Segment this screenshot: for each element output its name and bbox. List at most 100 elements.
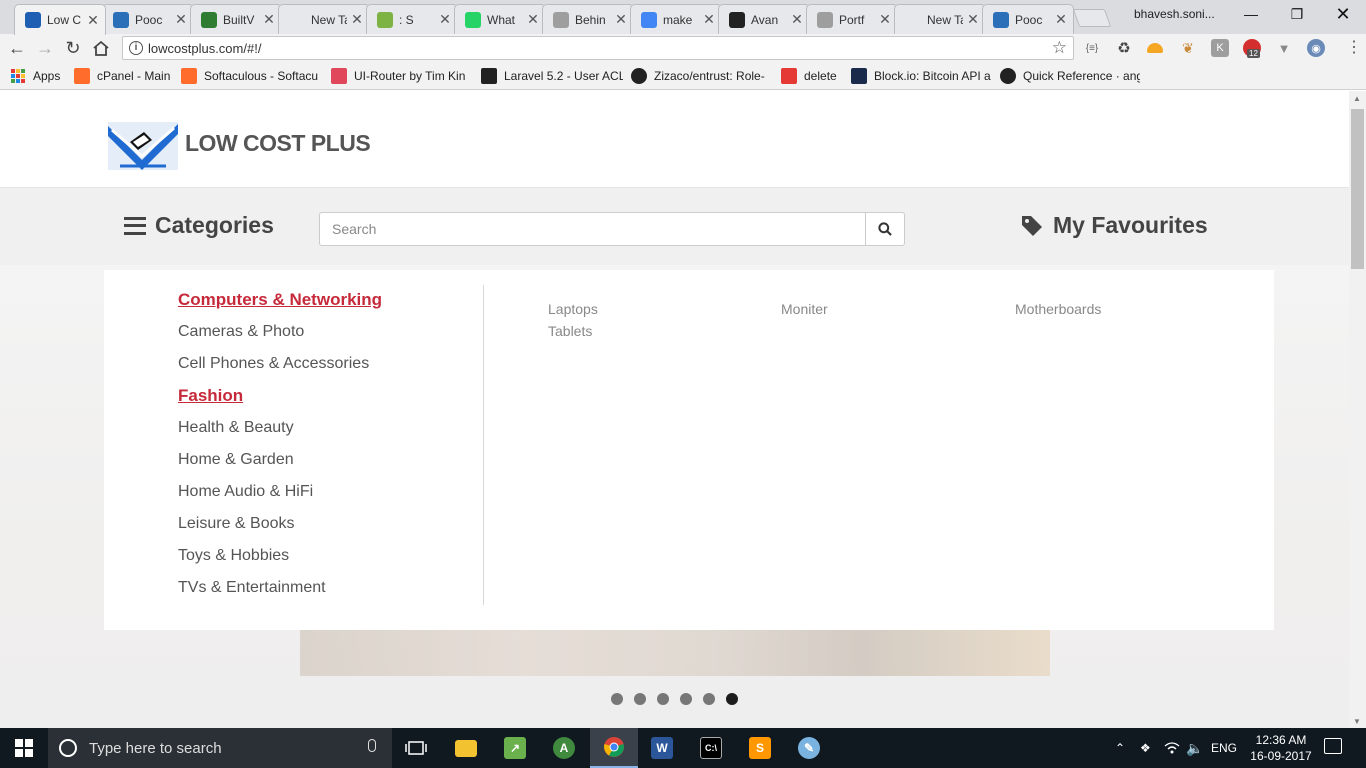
back-arrow-icon[interactable]: ← [6, 37, 28, 59]
chrome-icon[interactable] [590, 728, 638, 768]
bookmark-item[interactable]: Quick Reference · ang [1000, 67, 1140, 85]
tab-close-icon[interactable]: ✕ [967, 11, 979, 28]
page-scrollbar[interactable]: ▲ ▼ [1349, 91, 1366, 728]
bookmark-item[interactable]: UI-Router by Tim Kin [331, 67, 473, 85]
category-item[interactable]: Cameras & Photo [178, 314, 382, 346]
bookmark-item[interactable]: Softaculous - Softacu [181, 67, 323, 85]
system-clock[interactable]: 12:36 AM 16-09-2017 [1246, 732, 1316, 764]
categories-menu-button[interactable]: Categories [124, 212, 274, 239]
tab-close-icon[interactable]: ✕ [791, 11, 803, 28]
bookmark-item[interactable]: Block.io: Bitcoin API a [851, 67, 993, 85]
category-item[interactable]: Home & Garden [178, 442, 382, 474]
sublime-text-icon[interactable]: S [736, 728, 784, 768]
bookmark-star-icon[interactable]: ☆ [1052, 38, 1067, 58]
carousel-dot[interactable] [634, 693, 646, 705]
carousel-dot[interactable] [726, 693, 738, 705]
search-input[interactable] [319, 212, 865, 246]
forward-arrow-icon[interactable]: → [34, 37, 56, 59]
close-window-icon[interactable]: ✕ [1320, 0, 1366, 28]
browser-tab[interactable]: Portf ✕ [806, 4, 898, 34]
command-prompt-icon[interactable]: C:\ [687, 728, 735, 768]
carousel-dot[interactable] [680, 693, 692, 705]
start-button[interactable] [0, 728, 48, 768]
browser-tab[interactable]: Behin ✕ [542, 4, 634, 34]
browser-tab[interactable]: New Tab ✕ [894, 4, 986, 34]
scroll-up-icon[interactable]: ▲ [1353, 94, 1361, 103]
tab-close-icon[interactable]: ✕ [175, 11, 187, 28]
tab-close-icon[interactable]: ✕ [879, 11, 891, 28]
tab-close-icon[interactable]: ✕ [615, 11, 627, 28]
tab-close-icon[interactable]: ✕ [527, 11, 539, 28]
chart-app-icon[interactable]: ↗ [491, 728, 539, 768]
category-item[interactable]: Cell Phones & Accessories [178, 346, 382, 378]
browser-tab[interactable]: Avan ✕ [718, 4, 810, 34]
browser-tab[interactable]: New Tab ✕ [278, 4, 370, 34]
site-logo-icon[interactable] [106, 120, 180, 172]
chrome-menu-icon[interactable]: ⋮ [1346, 39, 1362, 57]
tab-close-icon[interactable]: ✕ [263, 11, 275, 28]
minimize-icon[interactable]: — [1228, 0, 1274, 28]
subcategory-laptops[interactable]: Laptops [548, 301, 598, 317]
tab-close-icon[interactable]: ✕ [1055, 11, 1067, 28]
browser-tab[interactable]: What ✕ [454, 4, 546, 34]
bookmark-item[interactable]: delete [781, 67, 841, 85]
browser-tab[interactable]: BuiltV ✕ [190, 4, 282, 34]
browser-tab[interactable]: Pooc ✕ [982, 4, 1074, 34]
wifi-icon[interactable] [1164, 728, 1180, 768]
category-item[interactable]: Health & Beauty [178, 410, 382, 442]
subcategory-motherboards[interactable]: Motherboards [1015, 301, 1101, 317]
site-info-icon[interactable]: i [129, 41, 143, 55]
recycle-extension-icon[interactable]: ♻ [1115, 39, 1133, 57]
microphone-icon[interactable] [368, 739, 376, 752]
category-item[interactable]: Fashion [178, 378, 382, 410]
carousel-dot[interactable] [657, 693, 669, 705]
bookmark-item[interactable]: Laravel 5.2 - User ACL [481, 67, 623, 85]
tab-close-icon[interactable]: ✕ [87, 12, 99, 29]
browser-tab[interactable]: Pooc ✕ [102, 4, 194, 34]
vee-extension-icon[interactable]: ▼ [1275, 39, 1293, 57]
new-tab-button[interactable] [1072, 9, 1112, 27]
bookmark-item[interactable]: cPanel - Main [74, 67, 174, 85]
my-favourites-button[interactable]: My Favourites [1021, 212, 1208, 239]
bookmark-item[interactable]: Apps [10, 67, 68, 85]
paint-icon[interactable]: ✎ [785, 728, 833, 768]
home-icon[interactable] [90, 37, 112, 59]
json-viewer-extension-icon[interactable]: {≡} [1083, 39, 1101, 57]
carousel-dot[interactable] [611, 693, 623, 705]
tab-close-icon[interactable]: ✕ [439, 11, 451, 28]
browser-tab[interactable]: : S ✕ [366, 4, 458, 34]
restore-icon[interactable]: ❐ [1274, 0, 1320, 28]
search-button[interactable] [865, 212, 905, 246]
category-item[interactable]: Toys & Hobbies [178, 538, 382, 570]
reload-icon[interactable]: ↻ [62, 37, 84, 59]
file-explorer-icon[interactable] [442, 728, 490, 768]
dropbox-icon[interactable]: ❖ [1140, 728, 1151, 768]
scroll-thumb[interactable] [1351, 109, 1364, 269]
category-item[interactable]: Leisure & Books [178, 506, 382, 538]
orange-extension-icon[interactable] [1147, 43, 1163, 53]
android-studio-icon[interactable]: A [540, 728, 588, 768]
carousel-dot[interactable] [703, 693, 715, 705]
site-logo-text[interactable]: LOW COST PLUS [185, 130, 371, 157]
carousel-image[interactable] [300, 629, 1050, 676]
k-extension-icon[interactable]: K [1211, 39, 1229, 57]
category-item[interactable]: Computers & Networking [178, 282, 382, 314]
browser-tab[interactable]: Low C ✕ [14, 4, 106, 35]
scroll-down-icon[interactable]: ▼ [1353, 717, 1361, 726]
tab-close-icon[interactable]: ✕ [703, 11, 715, 28]
word-icon[interactable]: W [638, 728, 686, 768]
address-bar[interactable]: i lowcostplus.com/#!/ ☆ [122, 36, 1074, 60]
red-extension-icon[interactable]: 12 [1243, 39, 1261, 58]
browser-tab[interactable]: make ✕ [630, 4, 722, 34]
profile-name[interactable]: bhavesh.soni... [1134, 7, 1215, 21]
hammer-extension-icon[interactable]: ❦ [1179, 39, 1197, 57]
subcategory-moniter[interactable]: Moniter [781, 301, 828, 317]
owl-extension-icon[interactable]: ◉ [1307, 39, 1325, 57]
address-url[interactable]: lowcostplus.com/#!/ [148, 41, 261, 56]
volume-icon[interactable]: 🔈 [1186, 728, 1203, 768]
task-view-icon[interactable] [392, 728, 440, 768]
subcategory-tablets[interactable]: Tablets [548, 323, 592, 339]
show-hidden-icons[interactable]: ⌃ [1115, 728, 1125, 768]
bookmark-item[interactable]: Zizaco/entrust: Role- [631, 67, 773, 85]
tab-close-icon[interactable]: ✕ [351, 11, 363, 28]
